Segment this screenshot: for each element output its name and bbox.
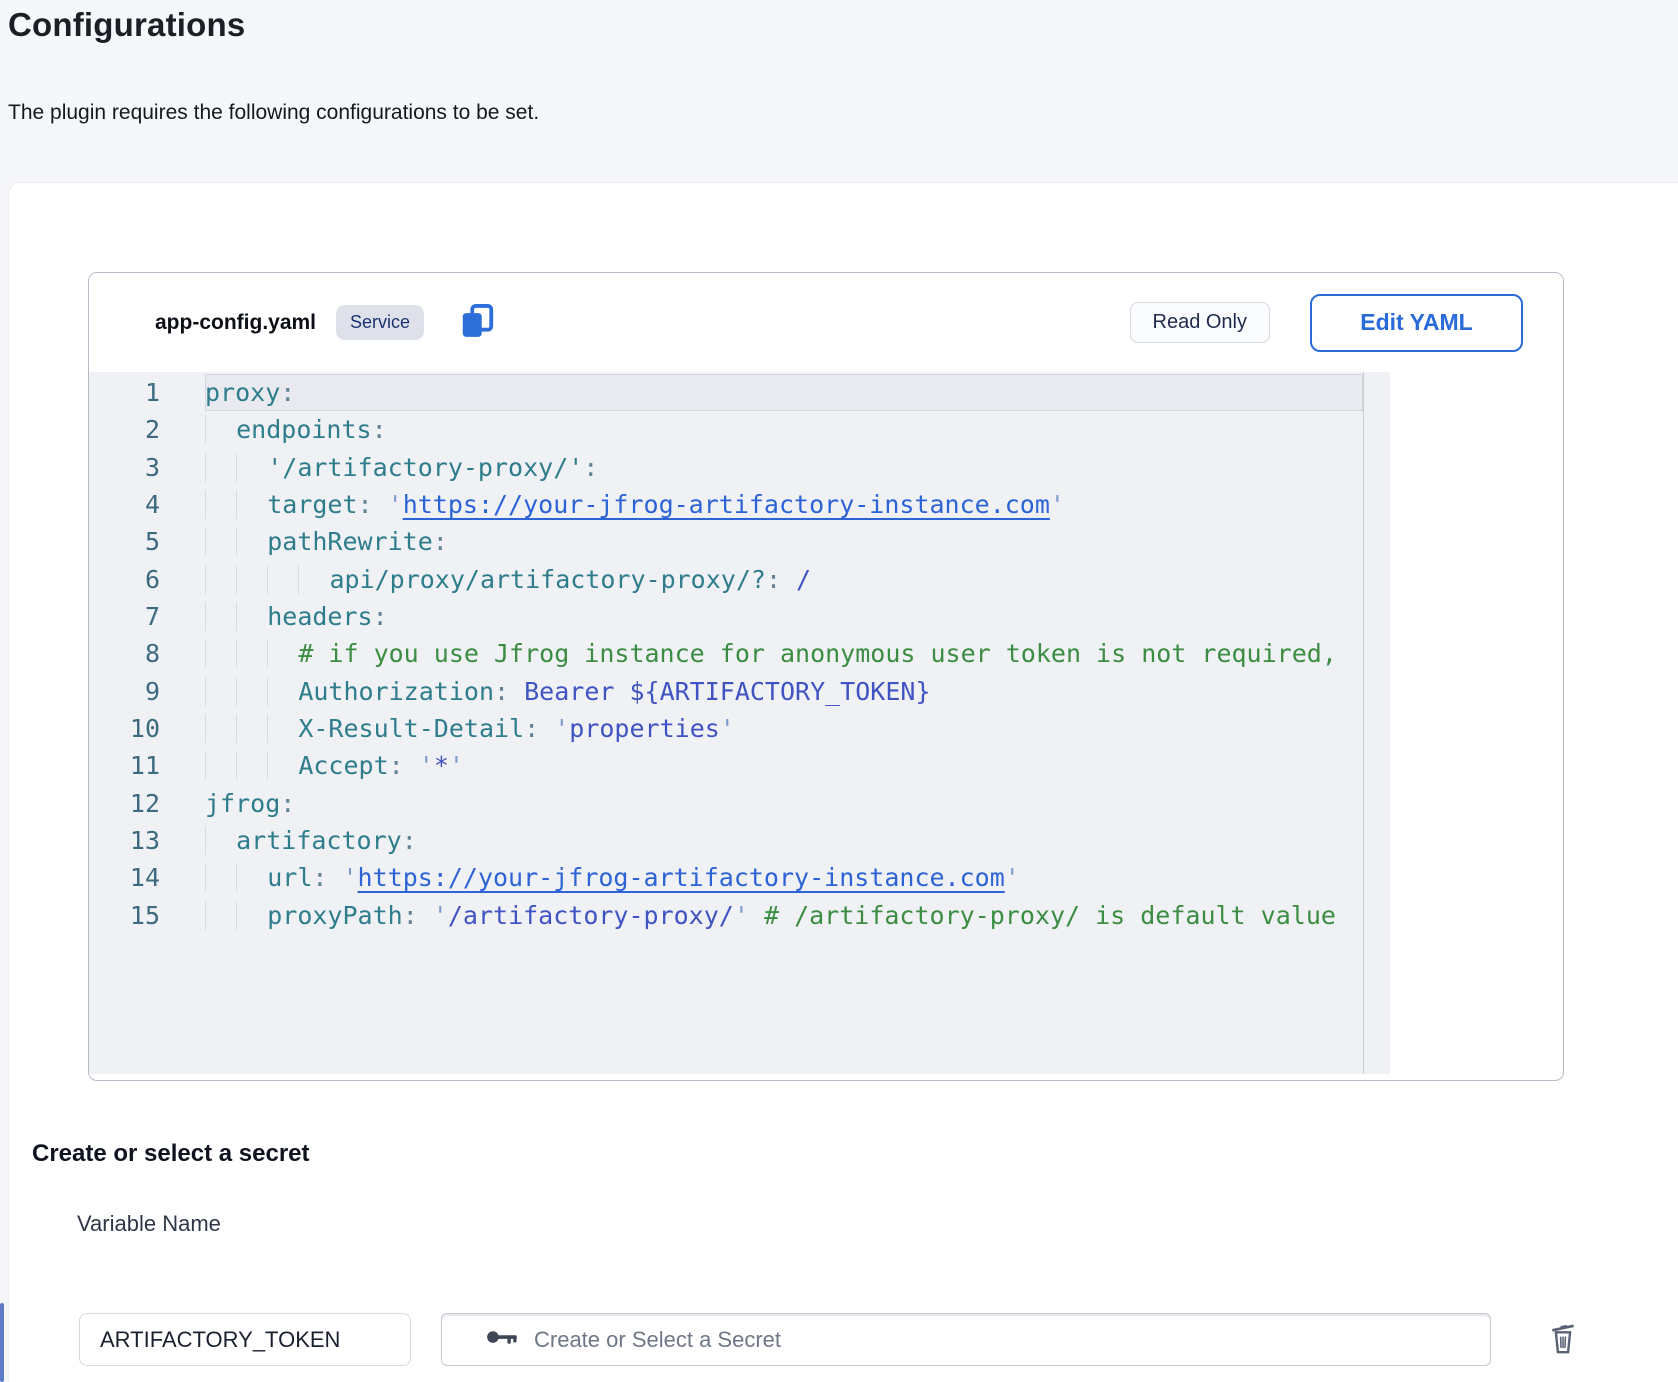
scrollbar-track[interactable] [1363,372,1364,1074]
page-title: Configurations [8,6,245,44]
code-line-text: proxyPath: '/artifactory-proxy/' # /arti… [205,897,1363,934]
code-line-text: # if you use Jfrog instance for anonymou… [205,635,1363,672]
line-number: 13 [89,822,205,859]
line-number: 1 [89,374,205,411]
editor-header: app-config.yaml Service Read Only Edit Y… [89,273,1563,372]
code-line: 5 pathRewrite: [89,523,1390,560]
code-line: 14 url: 'https://your-jfrog-artifactory-… [89,859,1390,896]
code-line-text: endpoints: [205,411,1363,448]
code-line: 8 # if you use Jfrog instance for anonym… [89,635,1390,672]
code-line: 6 api/proxy/artifactory-proxy/?: / [89,561,1390,598]
code-line-text: target: 'https://your-jfrog-artifactory-… [205,486,1363,523]
line-number: 10 [89,710,205,747]
line-number: 12 [89,785,205,822]
line-number: 3 [89,449,205,486]
configurations-page: Configurations The plugin requires the f… [0,0,1678,1382]
edit-yaml-button[interactable]: Edit YAML [1310,294,1523,352]
code-line-text: jfrog: [205,785,1363,822]
secret-select-field[interactable] [441,1313,1491,1366]
code-line: 7 headers: [89,598,1390,635]
line-number: 7 [89,598,205,635]
code-line-text: '/artifactory-proxy/': [205,449,1363,486]
copy-button[interactable] [457,302,497,344]
code-line: 13 artifactory: [89,822,1390,859]
service-badge: Service [336,305,424,340]
secret-select-input[interactable] [534,1327,1490,1353]
code-line-text: pathRewrite: [205,523,1363,560]
variable-name-input[interactable] [79,1313,411,1366]
secret-row [79,1313,1583,1366]
trash-icon [1546,1318,1580,1361]
code-editor[interactable]: 1proxy:2 endpoints:3 '/artifactory-proxy… [89,372,1390,1074]
code-line: 3 '/artifactory-proxy/': [89,449,1390,486]
line-number: 8 [89,635,205,672]
line-number: 9 [89,673,205,710]
code-line-text: proxy: [205,374,1363,411]
line-number: 2 [89,411,205,448]
code-line: 15 proxyPath: '/artifactory-proxy/' # /a… [89,897,1390,934]
code-line-text: artifactory: [205,822,1363,859]
line-number: 4 [89,486,205,523]
code-line-text: url: 'https://your-jfrog-artifactory-ins… [205,859,1363,896]
yaml-editor-card: app-config.yaml Service Read Only Edit Y… [88,272,1564,1081]
secret-section-title: Create or select a secret [32,1140,310,1168]
configuration-panel: app-config.yaml Service Read Only Edit Y… [8,182,1678,1382]
code-line: 4 target: 'https://your-jfrog-artifactor… [89,486,1390,523]
line-number: 14 [89,859,205,896]
filename-label: app-config.yaml [155,311,316,335]
variable-name-label: Variable Name [77,1211,221,1237]
read-only-button[interactable]: Read Only [1130,302,1271,343]
code-line-text: Accept: '*' [205,747,1363,784]
code-line: 9 Authorization: Bearer ${ARTIFACTORY_TO… [89,673,1390,710]
code-line: 1proxy: [89,374,1390,411]
line-number: 6 [89,561,205,598]
line-number: 5 [89,523,205,560]
code-line-text: X-Result-Detail: 'properties' [205,710,1363,747]
line-number: 15 [89,897,205,934]
page-scrollbar[interactable] [0,1303,4,1382]
key-icon [486,1326,520,1353]
code-line-text: api/proxy/artifactory-proxy/?: / [205,561,1363,598]
code-line: 2 endpoints: [89,411,1390,448]
page-description: The plugin requires the following config… [8,101,539,125]
line-number: 11 [89,747,205,784]
code-lines: 1proxy:2 endpoints:3 '/artifactory-proxy… [89,374,1390,934]
code-line: 10 X-Result-Detail: 'properties' [89,710,1390,747]
copy-icon [458,301,496,344]
code-line-text: Authorization: Bearer ${ARTIFACTORY_TOKE… [205,673,1363,710]
code-line: 11 Accept: '*' [89,747,1390,784]
delete-secret-button[interactable] [1543,1318,1583,1362]
code-line: 12jfrog: [89,785,1390,822]
code-line-text: headers: [205,598,1363,635]
